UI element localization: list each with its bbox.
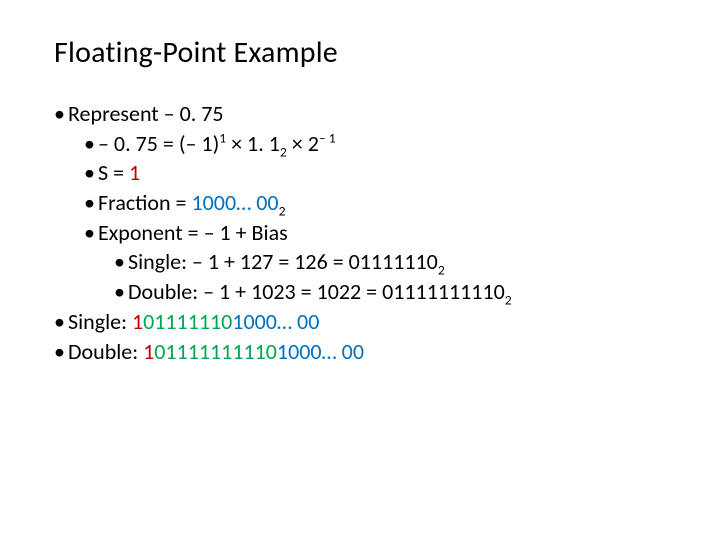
- bullet-sign: •S = 1: [84, 158, 680, 188]
- answer-double-label: Double:: [68, 338, 143, 365]
- eq-mid2: × 2: [287, 130, 319, 157]
- bullet-dot-icon: •: [54, 307, 68, 337]
- bullet-dot-icon: •: [84, 129, 98, 159]
- answer-single-exp: 01111110: [143, 308, 232, 335]
- bullet-exponent: •Exponent = – 1 + Bias: [84, 218, 680, 248]
- double-exponent-sub: 2: [505, 292, 512, 309]
- bullet-dot-icon: •: [114, 247, 128, 277]
- bullet-fraction: •Fraction = 1000… 002: [84, 188, 680, 218]
- eq-sup-neg1: – 1: [319, 129, 336, 146]
- bullet-dot-icon: •: [114, 277, 128, 307]
- bullet-answer-double: •Double: 1011111111101000… 00: [54, 337, 680, 367]
- slide-body: •Represent – 0. 75 •– 0. 75 = (– 1)1 × 1…: [54, 99, 680, 366]
- answer-single-sign: 1: [132, 308, 143, 335]
- answer-double-sign: 1: [143, 338, 154, 365]
- slide-title: Floating-Point Example: [54, 34, 680, 71]
- exponent-text: Exponent = – 1 + Bias: [98, 219, 288, 246]
- slide: Floating-Point Example •Represent – 0. 7…: [0, 0, 720, 540]
- sign-label: S =: [98, 159, 129, 186]
- bullet-dot-icon: •: [84, 218, 98, 248]
- answer-single-frac: 1000… 00: [232, 308, 319, 335]
- answer-double-frac: 1000… 00: [277, 338, 364, 365]
- bullet-dot-icon: •: [84, 158, 98, 188]
- bullet-dot-icon: •: [54, 99, 68, 129]
- fraction-label: Fraction =: [98, 189, 192, 216]
- fraction-sub: 2: [279, 202, 286, 219]
- bullet-answer-single: •Single: 1011111101000… 00: [54, 307, 680, 337]
- bullet-equation: •– 0. 75 = (– 1)1 × 1. 12 × 2– 1: [84, 129, 680, 159]
- bullet-dot-icon: •: [54, 337, 68, 367]
- eq-sub-2: 2: [280, 143, 287, 160]
- sign-value: 1: [129, 159, 140, 186]
- bullet-single-exponent: •Single: – 1 + 127 = 126 = 011111102: [114, 247, 680, 277]
- bullet-double-exponent: •Double: – 1 + 1023 = 1022 = 01111111110…: [114, 277, 680, 307]
- fraction-value: 1000… 00: [192, 189, 279, 216]
- eq-mid1: × 1. 1: [226, 130, 280, 157]
- bullet-dot-icon: •: [84, 188, 98, 218]
- text-represent: Represent – 0. 75: [68, 100, 224, 127]
- double-exponent-text: Double: – 1 + 1023 = 1022 = 01111111110: [128, 278, 505, 305]
- answer-single-label: Single:: [68, 308, 132, 335]
- eq-left: – 0. 75 = (– 1): [98, 130, 219, 157]
- bullet-represent: •Represent – 0. 75: [54, 99, 680, 129]
- single-exponent-text: Single: – 1 + 127 = 126 = 01111110: [128, 248, 438, 275]
- answer-double-exp: 01111111110: [154, 338, 277, 365]
